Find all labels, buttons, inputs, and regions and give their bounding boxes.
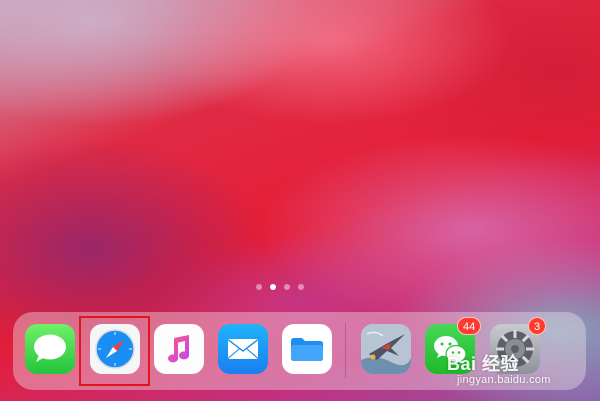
mail-app-icon[interactable] — [218, 324, 268, 374]
messages-app-icon[interactable] — [25, 324, 75, 374]
mail-icon — [228, 339, 258, 359]
dock-divider — [345, 323, 346, 378]
settings-badge: 3 — [528, 317, 547, 335]
watermark-logo: Bai 经验 — [447, 354, 520, 374]
page-dot[interactable] — [284, 284, 290, 290]
page-indicator[interactable] — [256, 283, 312, 291]
page-dot-current[interactable] — [270, 284, 276, 290]
music-icon — [168, 335, 190, 363]
safari-highlight-box — [79, 316, 150, 386]
music-app-icon[interactable] — [154, 324, 204, 374]
game-app-icon[interactable] — [361, 324, 411, 374]
page-dot[interactable] — [298, 284, 304, 290]
files-app-icon[interactable] — [282, 324, 332, 374]
baidu-jingyan-watermark: Bai 经验 jingyan.baidu.com — [447, 350, 587, 396]
messages-icon — [34, 334, 66, 362]
page-dot[interactable] — [256, 284, 262, 290]
fighter-jet-icon — [361, 324, 411, 374]
wechat-badge: 44 — [457, 317, 482, 335]
files-icon — [291, 338, 323, 361]
watermark-url: jingyan.baidu.com — [457, 374, 551, 386]
